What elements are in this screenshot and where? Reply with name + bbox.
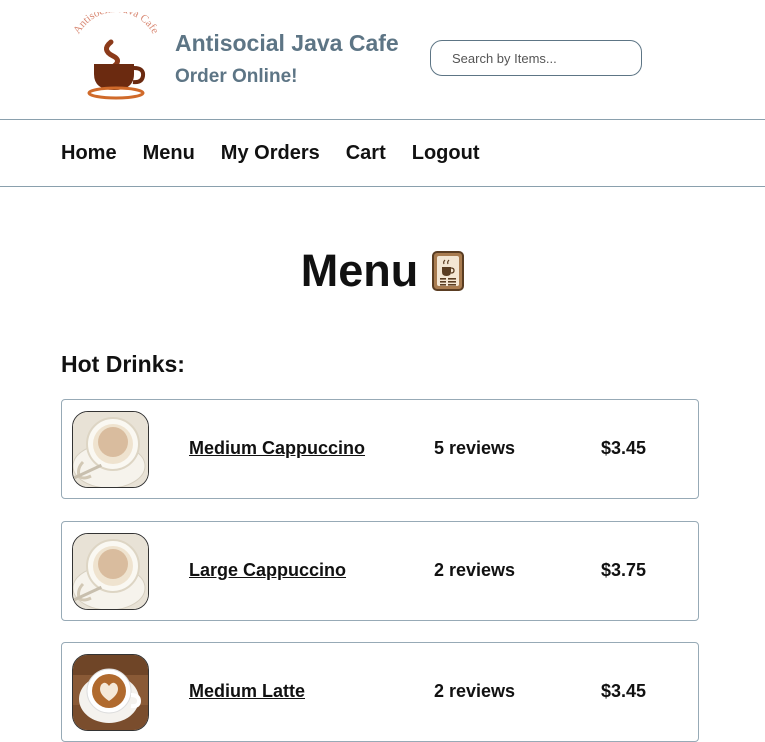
site-header: Antisocial Java Cafe Antisocial Java Caf… — [0, 0, 765, 119]
latte-art-photo[interactable] — [72, 654, 149, 731]
nav-menu[interactable]: Menu — [143, 142, 195, 165]
item-reviews[interactable]: 5 reviews — [434, 438, 515, 459]
menu-item-card[interactable]: Medium Latte 2 reviews $3.45 — [61, 642, 699, 742]
brand-subtitle: Order Online! — [175, 66, 298, 87]
item-price: $3.45 — [601, 681, 647, 701]
page-title-row: Menu — [0, 248, 765, 293]
menu-item-card[interactable]: Medium Cappuccino 5 reviews $3.45 — [61, 399, 699, 499]
section-title-hot-drinks: Hot Drinks: — [61, 351, 185, 377]
item-price: $3.75 — [601, 560, 647, 580]
cafe-logo[interactable]: Antisocial Java Cafe — [66, 12, 166, 102]
item-name-link[interactable]: Medium Cappuccino — [189, 438, 365, 459]
cappuccino-photo[interactable] — [72, 411, 149, 488]
header-divider — [0, 119, 765, 120]
search-input[interactable] — [430, 40, 642, 76]
item-reviews[interactable]: 2 reviews — [434, 681, 515, 702]
nav-home[interactable]: Home — [61, 142, 117, 165]
item-price: $3.45 — [601, 438, 647, 458]
nav-my-orders[interactable]: My Orders — [221, 142, 320, 165]
main-nav: Home Menu My Orders Cart Logout — [61, 142, 480, 165]
item-name-link[interactable]: Medium Latte — [189, 681, 305, 702]
nav-divider — [0, 186, 765, 187]
item-name-link[interactable]: Large Cappuccino — [189, 560, 346, 581]
item-reviews[interactable]: 2 reviews — [434, 560, 515, 581]
logo-text: Antisocial Java Cafe — [71, 12, 161, 36]
nav-logout[interactable]: Logout — [412, 142, 480, 165]
svg-text:Antisocial Java Cafe: Antisocial Java Cafe — [71, 12, 161, 36]
brand-title: Antisocial Java Cafe — [175, 30, 399, 56]
page-title: Menu — [300, 245, 419, 296]
nav-cart[interactable]: Cart — [346, 142, 386, 165]
menu-item-card[interactable]: Large Cappuccino 2 reviews $3.75 — [61, 521, 699, 621]
cappuccino-photo[interactable] — [72, 533, 149, 610]
menu-card-icon — [432, 250, 465, 291]
